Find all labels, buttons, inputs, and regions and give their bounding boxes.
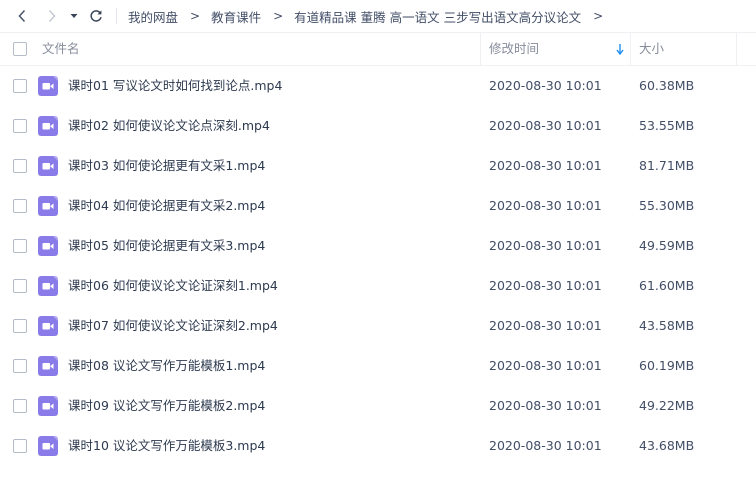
file-modified-time: 2020-08-30 10:01 — [489, 278, 602, 293]
file-modified-time: 2020-08-30 10:01 — [489, 198, 602, 213]
row-checkbox[interactable] — [13, 399, 27, 413]
file-name[interactable]: 课时10 议论文写作万能模板3.mp4 — [68, 426, 265, 466]
file-row[interactable]: 课时08 议论文写作万能模板1.mp4 2020-08-30 10:01 60.19… — [0, 346, 756, 386]
file-list-header: 文件名 修改时间 大小 — [0, 32, 756, 66]
column-divider[interactable] — [480, 33, 481, 65]
file-name[interactable]: 课时04 如何使论据更有文采2.mp4 — [68, 186, 265, 226]
file-size: 55.30MB — [639, 198, 695, 213]
file-name[interactable]: 课时08 议论文写作万能模板1.mp4 — [68, 346, 265, 386]
row-checkbox[interactable] — [13, 79, 27, 93]
file-modified-time: 2020-08-30 10:01 — [489, 78, 602, 93]
breadcrumb-separator: > — [273, 9, 284, 23]
file-name[interactable]: 课时01 写议论文时如何找到论点.mp4 — [68, 66, 282, 106]
chevron-right-icon — [48, 9, 56, 23]
video-file-icon — [38, 396, 58, 416]
nav-divider — [116, 8, 117, 24]
video-file-icon — [38, 276, 58, 296]
forward-button[interactable] — [42, 5, 62, 27]
file-size: 43.58MB — [639, 318, 695, 333]
file-name[interactable]: 课时06 如何使议论文论证深刻1.mp4 — [68, 266, 278, 306]
refresh-button[interactable] — [86, 5, 106, 27]
file-modified-time: 2020-08-30 10:01 — [489, 158, 602, 173]
caret-down-icon — [70, 14, 78, 18]
file-size: 61.60MB — [639, 278, 695, 293]
video-file-icon — [38, 356, 58, 376]
row-checkbox[interactable] — [13, 359, 27, 373]
row-checkbox[interactable] — [13, 119, 27, 133]
file-size: 81.71MB — [639, 158, 695, 173]
file-name[interactable]: 课时07 如何使议论文论证深刻2.mp4 — [68, 306, 278, 346]
breadcrumb-item-current-folder[interactable]: 有道精品课 董腾 高一语文 三步写出语文高分议论文 — [294, 7, 581, 26]
row-checkbox[interactable] — [13, 319, 27, 333]
breadcrumb-item-courseware[interactable]: 教育课件 — [211, 7, 261, 26]
file-row[interactable]: 课时03 如何使论据更有文采1.mp4 2020-08-30 10:01 81.71… — [0, 146, 756, 186]
chevron-left-icon — [18, 9, 26, 23]
breadcrumb-separator: > — [593, 9, 604, 23]
row-checkbox[interactable] — [13, 199, 27, 213]
back-button[interactable] — [12, 5, 32, 27]
column-header-modified[interactable]: 修改时间 — [489, 33, 539, 65]
file-size: 60.38MB — [639, 78, 695, 93]
sort-down-arrow-icon[interactable] — [616, 43, 624, 55]
row-checkbox[interactable] — [13, 439, 27, 453]
video-file-icon — [38, 196, 58, 216]
file-name[interactable]: 课时09 议论文写作万能模板2.mp4 — [68, 386, 265, 426]
file-modified-time: 2020-08-30 10:01 — [489, 398, 602, 413]
file-modified-time: 2020-08-30 10:01 — [489, 238, 602, 253]
video-file-icon — [38, 236, 58, 256]
column-divider[interactable] — [630, 33, 631, 65]
navigation-bar: 我的网盘 > 教育课件 > 有道精品课 董腾 高一语文 三步写出语文高分议论文 … — [0, 0, 756, 32]
column-header-size[interactable]: 大小 — [639, 33, 664, 65]
file-modified-time: 2020-08-30 10:01 — [489, 118, 602, 133]
row-checkbox[interactable] — [13, 159, 27, 173]
file-row[interactable]: 课时06 如何使议论文论证深刻1.mp4 2020-08-30 10:01 61.6… — [0, 266, 756, 306]
file-row[interactable]: 课时05 如何使论据更有文采3.mp4 2020-08-30 10:01 49.59… — [0, 226, 756, 266]
file-name[interactable]: 课时05 如何使论据更有文采3.mp4 — [68, 226, 265, 266]
file-row[interactable]: 课时07 如何使议论文论证深刻2.mp4 2020-08-30 10:01 43.5… — [0, 306, 756, 346]
file-modified-time: 2020-08-30 10:01 — [489, 438, 602, 453]
file-row[interactable]: 课时04 如何使论据更有文采2.mp4 2020-08-30 10:01 55.30… — [0, 186, 756, 226]
row-checkbox[interactable] — [13, 239, 27, 253]
breadcrumb: 我的网盘 > 教育课件 > 有道精品课 董腾 高一语文 三步写出语文高分议论文 … — [128, 0, 614, 32]
file-size: 49.22MB — [639, 398, 695, 413]
history-dropdown-button[interactable] — [66, 5, 82, 27]
column-header-name[interactable]: 文件名 — [42, 33, 80, 65]
file-row[interactable]: 课时10 议论文写作万能模板3.mp4 2020-08-30 10:01 43.68… — [0, 426, 756, 466]
breadcrumb-separator: > — [190, 9, 201, 23]
video-file-icon — [38, 316, 58, 336]
video-file-icon — [38, 76, 58, 96]
file-size: 49.59MB — [639, 238, 695, 253]
file-row[interactable]: 课时02 如何使议论文论点深刻.mp4 2020-08-30 10:01 53.55… — [0, 106, 756, 146]
refresh-icon — [90, 10, 102, 22]
video-file-icon — [38, 116, 58, 136]
file-size: 60.19MB — [639, 358, 695, 373]
file-size: 53.55MB — [639, 118, 695, 133]
file-name[interactable]: 课时03 如何使论据更有文采1.mp4 — [68, 146, 265, 186]
file-row[interactable]: 课时01 写议论文时如何找到论点.mp4 2020-08-30 10:01 60.3… — [0, 66, 756, 106]
file-name[interactable]: 课时02 如何使议论文论点深刻.mp4 — [68, 106, 270, 146]
video-file-icon — [38, 436, 58, 456]
file-modified-time: 2020-08-30 10:01 — [489, 318, 602, 333]
breadcrumb-item-my-drive[interactable]: 我的网盘 — [128, 7, 178, 26]
row-checkbox[interactable] — [13, 279, 27, 293]
file-modified-time: 2020-08-30 10:01 — [489, 358, 602, 373]
video-file-icon — [38, 156, 58, 176]
file-size: 43.68MB — [639, 438, 695, 453]
column-divider[interactable] — [736, 33, 737, 65]
select-all-checkbox[interactable] — [13, 42, 27, 56]
file-row[interactable]: 课时09 议论文写作万能模板2.mp4 2020-08-30 10:01 49.22… — [0, 386, 756, 426]
